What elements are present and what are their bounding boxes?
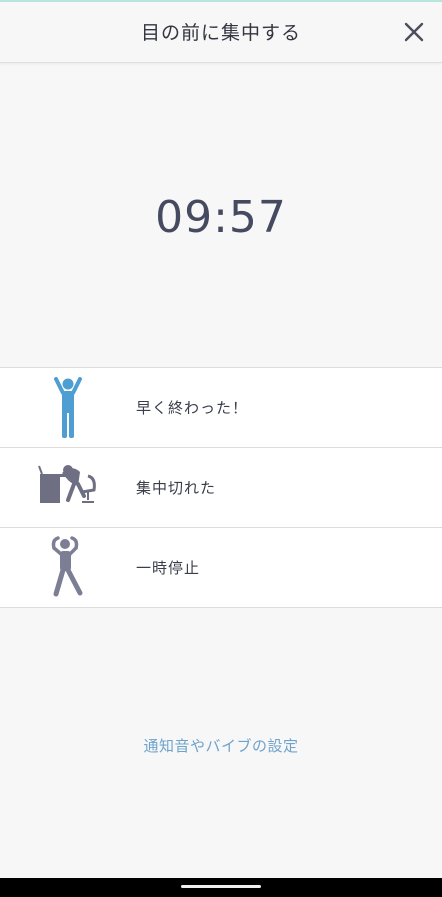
system-nav-bar [0, 878, 442, 897]
pause-label: 一時停止 [136, 559, 201, 577]
pause-button[interactable]: 一時停止 [0, 527, 442, 608]
action-list: 早く終わった！ 集中切れた 一時停止 [0, 367, 442, 608]
finished-early-button[interactable]: 早く終わった！ [0, 367, 442, 447]
notification-settings-link[interactable]: 通知音やバイブの設定 [0, 735, 442, 756]
close-icon [404, 22, 424, 42]
lost-focus-button[interactable]: 集中切れた [0, 447, 442, 527]
close-button[interactable] [402, 20, 426, 44]
cheering-person-icon [54, 377, 82, 438]
exhausted-person-at-desk-icon [38, 465, 96, 503]
lost-focus-label: 集中切れた [136, 479, 217, 497]
countdown-timer: 09:57 [155, 192, 287, 243]
home-indicator[interactable] [181, 885, 261, 888]
stretching-person-icon [51, 536, 83, 597]
page-title: 目の前に集中する [140, 22, 301, 44]
header-bar: 目の前に集中する [0, 2, 442, 63]
finished-early-label: 早く終わった！ [136, 399, 249, 417]
